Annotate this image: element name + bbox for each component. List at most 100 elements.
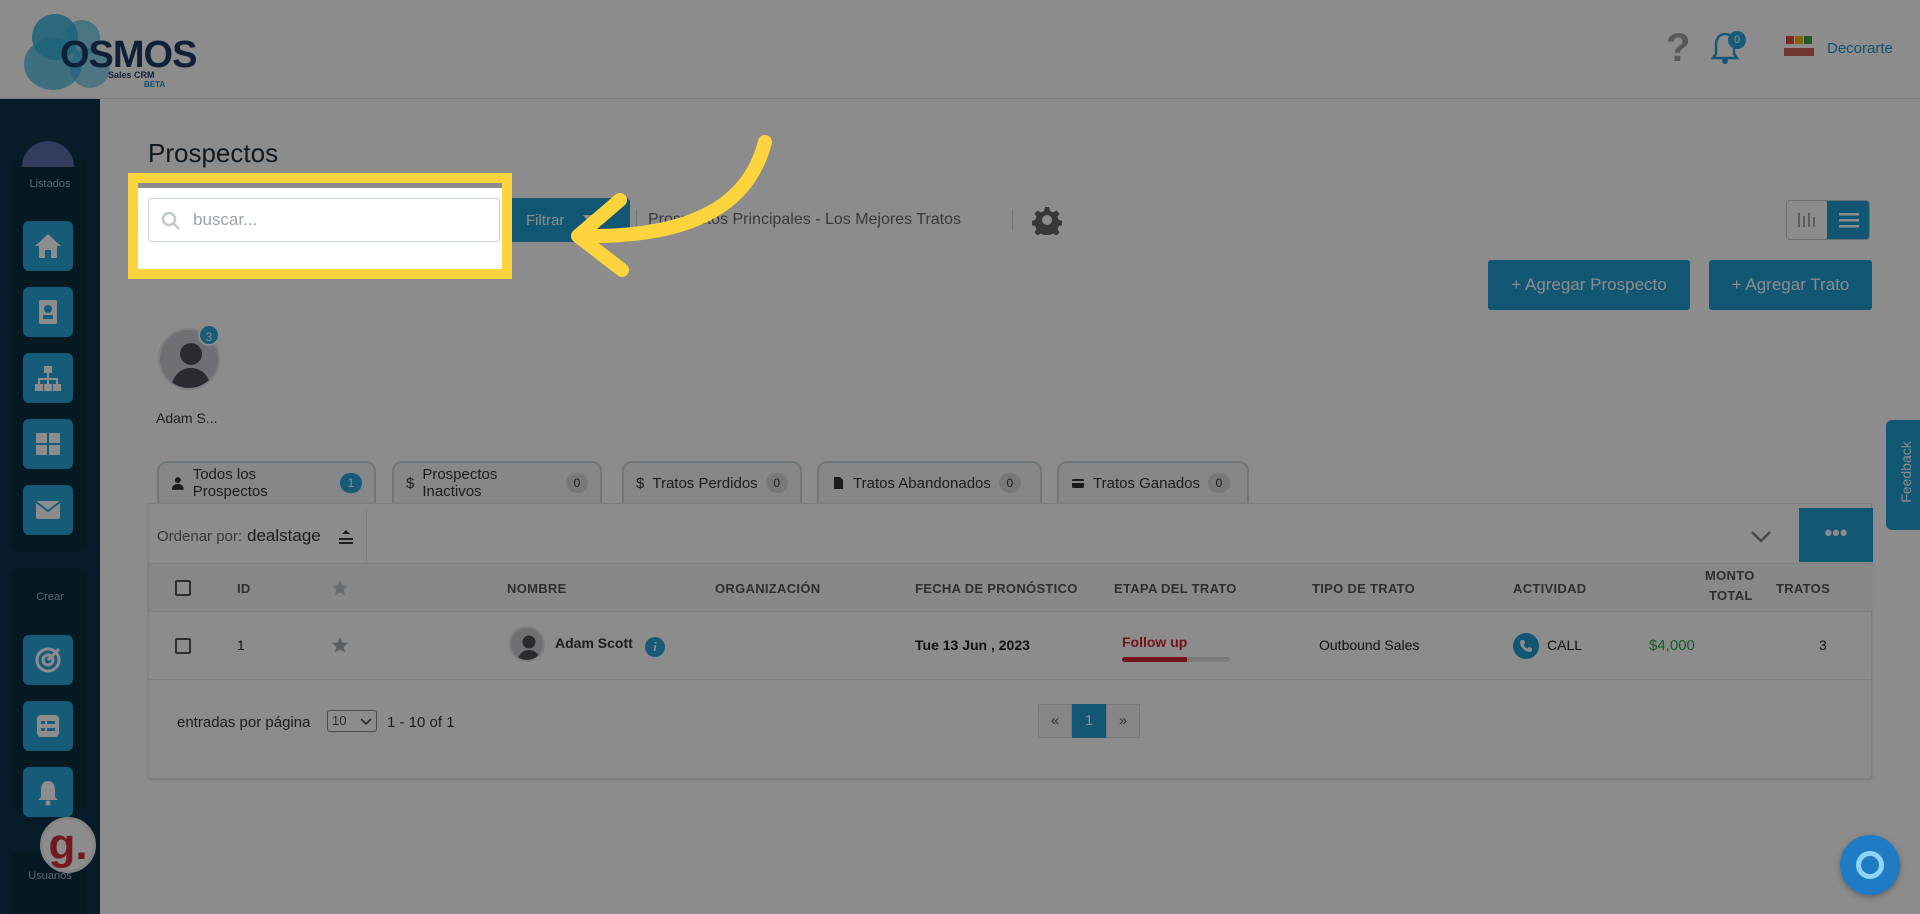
page-title: Prospectos <box>148 138 279 168</box>
table-row[interactable]: 1 Adam Scott i Tue 13 Jun , 2023 Follow … <box>149 612 1873 680</box>
chevron-down-icon <box>360 718 372 726</box>
tab-count: 0 <box>998 473 1021 493</box>
osmos-logo[interactable]: OSMOS Sales CRM BETA <box>24 8 197 92</box>
col-forecast-date[interactable]: FECHA DE PRONÓSTICO <box>915 581 1078 596</box>
sort-field-select[interactable]: dealstage <box>247 526 321 546</box>
more-options-button[interactable]: ••• <box>1799 508 1873 562</box>
row-deals-count: 3 <box>1819 637 1827 653</box>
company-name-link[interactable]: Decorarte <box>1827 40 1893 57</box>
info-icon[interactable]: i <box>645 637 665 657</box>
view-toggle <box>1786 200 1870 240</box>
sort-divider <box>366 508 367 564</box>
sidebar-user-avatar[interactable] <box>22 141 74 167</box>
document-icon <box>834 477 843 489</box>
pagination-next[interactable]: » <box>1106 704 1140 738</box>
pagination-bar: entradas por página 10 1 - 10 of 1 « 1 » <box>149 680 1873 760</box>
per-page-select[interactable]: 10 <box>327 710 377 732</box>
tab-todos-prospectos[interactable]: Todos los Prospectos 1 <box>157 461 376 503</box>
sidebar-item-create-target[interactable] <box>23 635 73 685</box>
col-deals[interactable]: TRATOS <box>1776 581 1830 596</box>
pipeline-selector[interactable]: Prospectos Principales - Los Mejores Tra… <box>648 211 961 229</box>
sidebar-section-listados: Listados <box>29 178 71 190</box>
user-deals-badge: 3 <box>198 324 220 346</box>
add-deal-button[interactable]: + Agregar Trato <box>1709 260 1872 310</box>
kanban-view-button[interactable] <box>1787 201 1827 239</box>
row-checkbox[interactable] <box>175 638 191 654</box>
row-name-link[interactable]: Adam Scott <box>555 635 633 651</box>
phone-glyph-icon <box>1520 640 1532 652</box>
help-icon[interactable]: ? <box>1666 26 1690 71</box>
user-name: Adam S... <box>156 410 218 426</box>
tab-label: Todos los Prospectos <box>192 466 268 500</box>
notification-count-badge: 0 <box>1728 31 1746 49</box>
logo-beta: BETA <box>144 80 166 89</box>
list-view-button[interactable] <box>1827 201 1869 239</box>
col-total-amount-line2[interactable]: TOTAL <box>1709 588 1753 603</box>
select-all-checkbox[interactable] <box>175 580 191 596</box>
sidebar-item-contacts[interactable] <box>23 287 73 337</box>
tab-count: 0 <box>566 473 588 493</box>
col-activity[interactable]: ACTIVIDAD <box>1513 581 1586 596</box>
person-silhouette-icon <box>517 635 541 660</box>
feedback-label: Feedback <box>1898 441 1914 503</box>
toolbar-divider <box>1012 209 1013 231</box>
col-deal-stage[interactable]: ETAPA DEL TRATO <box>1114 581 1237 596</box>
sidebar-item-create-task[interactable] <box>23 701 73 751</box>
filter-button-label: Filtrar <box>526 211 565 229</box>
grid-icon <box>36 433 60 455</box>
sidebar-section-crear: Crear <box>36 591 64 603</box>
sidebar-item-create-reminder[interactable] <box>23 767 73 817</box>
row-activity[interactable]: CALL <box>1547 637 1582 653</box>
per-page-value: 10 <box>332 713 347 728</box>
mail-icon <box>35 501 61 519</box>
sort-direction-icon[interactable] <box>337 528 355 546</box>
funnel-icon <box>583 215 596 226</box>
tab-tratos-ganados[interactable]: Tratos Ganados 0 <box>1057 461 1249 503</box>
card-icon <box>1072 479 1084 488</box>
kanban-icon <box>1798 213 1815 227</box>
favorite-star-icon[interactable] <box>331 636 349 654</box>
row-id: 1 <box>237 637 245 653</box>
add-prospect-button[interactable]: + Agregar Prospecto <box>1488 260 1690 310</box>
gear-icon[interactable] <box>1032 205 1062 235</box>
chat-icon <box>1856 851 1884 879</box>
phone-icon[interactable] <box>1513 633 1539 659</box>
row-deal-stage[interactable]: Follow up <box>1122 634 1187 650</box>
chevron-down-icon[interactable] <box>1749 526 1773 546</box>
org-chart-icon <box>35 366 61 391</box>
tab-prospectos-inactivos[interactable]: $ Prospectos Inactivos 0 <box>392 461 602 503</box>
sidebar-section-usuarios: Usuarios <box>28 870 72 882</box>
sidebar-item-mail[interactable] <box>23 485 73 535</box>
pagination-prev[interactable]: « <box>1038 704 1072 738</box>
dollar-icon: $ <box>406 474 415 492</box>
tab-label: Tratos Ganados <box>1093 474 1200 492</box>
row-avatar <box>509 626 545 662</box>
col-total-amount-line1[interactable]: MONTO <box>1705 568 1755 583</box>
top-header: OSMOS Sales CRM BETA ? 0 Decorarte <box>0 0 1920 99</box>
chat-launcher-button[interactable] <box>1840 835 1900 895</box>
deal-stage-progress-fill <box>1122 657 1187 662</box>
col-id[interactable]: ID <box>237 581 251 596</box>
sidebar-item-dashboard[interactable] <box>23 419 73 469</box>
sidebar-item-organizations[interactable] <box>23 353 73 403</box>
tab-tratos-abandonados[interactable]: Tratos Abandonados 0 <box>817 461 1042 503</box>
prospects-panel: Ordenar por: dealstage ••• ID NOMBRE ORG… <box>148 503 1873 779</box>
filter-button[interactable]: Filtrar <box>510 198 630 242</box>
list-icon <box>1839 213 1859 228</box>
company-logo-icon <box>1784 36 1814 56</box>
person-icon <box>171 477 184 490</box>
feedback-tab[interactable]: Feedback <box>1886 420 1920 530</box>
g-badge-icon[interactable]: g. <box>40 817 96 873</box>
task-list-icon <box>37 715 59 737</box>
tab-tratos-perdidos[interactable]: $ Tratos Perdidos 0 <box>622 461 802 503</box>
tab-label: Tratos Perdidos <box>652 474 758 492</box>
alarm-bell-icon <box>38 781 58 806</box>
col-deal-type[interactable]: TIPO DE TRATO <box>1312 581 1415 596</box>
tutorial-highlight-frame <box>128 173 512 279</box>
pagination-page-1[interactable]: 1 <box>1072 704 1106 738</box>
home-icon <box>35 234 61 258</box>
sidebar-item-home[interactable] <box>23 221 73 271</box>
col-organization[interactable]: ORGANIZACIÓN <box>715 581 820 596</box>
col-name[interactable]: NOMBRE <box>507 581 567 596</box>
tab-count: 0 <box>1208 473 1230 493</box>
